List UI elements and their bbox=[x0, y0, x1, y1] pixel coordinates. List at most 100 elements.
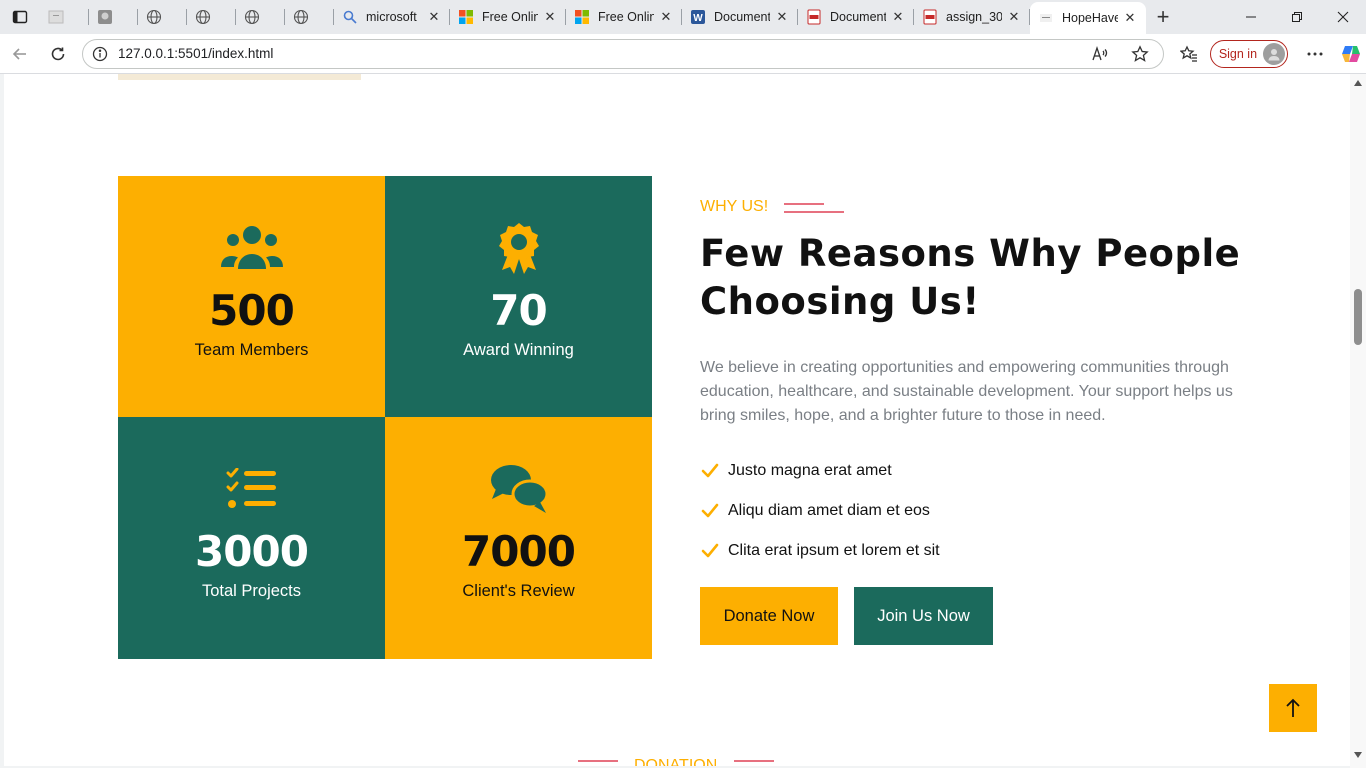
tab-8[interactable]: Free Onlin ✕ bbox=[566, 0, 682, 34]
fact-label: Total Projects bbox=[201, 582, 302, 600]
tab-actions-icon bbox=[12, 10, 28, 24]
checklist-item: Justo magna erat amet bbox=[700, 451, 1260, 491]
globe-icon bbox=[195, 9, 211, 25]
tab-1[interactable] bbox=[89, 0, 138, 34]
restore-button[interactable] bbox=[1274, 0, 1320, 34]
next-section-eyebrow: DONATION bbox=[578, 758, 774, 766]
microsoft-logo-icon bbox=[458, 9, 474, 25]
avatar bbox=[1263, 42, 1286, 65]
close-icon[interactable]: ✕ bbox=[542, 9, 558, 25]
tab-2[interactable] bbox=[138, 0, 187, 34]
page-scrollbar[interactable] bbox=[1350, 74, 1366, 768]
close-icon[interactable]: ✕ bbox=[1006, 9, 1022, 25]
fact-label: Team Members bbox=[194, 341, 309, 359]
close-icon[interactable]: ✕ bbox=[890, 9, 906, 25]
globe-icon bbox=[244, 9, 260, 25]
close-icon bbox=[1337, 11, 1349, 23]
next-section-label: DONATION bbox=[634, 757, 718, 767]
tab-title: assign_30_ bbox=[946, 10, 1002, 24]
sign-in-label: Sign in bbox=[1218, 46, 1258, 61]
donate-now-button[interactable]: Donate Now bbox=[700, 587, 838, 645]
minimize-button[interactable] bbox=[1228, 0, 1274, 34]
users-icon bbox=[220, 224, 283, 272]
refresh-button[interactable] bbox=[40, 36, 76, 72]
check-icon bbox=[700, 541, 720, 561]
tab-10[interactable]: Document ✕ bbox=[798, 0, 914, 34]
fact-label: Client's Review bbox=[462, 582, 575, 600]
search-icon bbox=[342, 9, 358, 25]
join-us-now-button[interactable]: Join Us Now bbox=[854, 587, 993, 645]
why-us-section: WHY US! Few Reasons Why People Choosing … bbox=[700, 196, 1260, 645]
tab-strip: microsoft ✕ Free Onlin ✕ Free Onlin ✕ W … bbox=[0, 0, 1366, 34]
fact-number: 7000 bbox=[462, 527, 576, 576]
back-button[interactable] bbox=[2, 36, 38, 72]
close-window-button[interactable] bbox=[1320, 0, 1366, 34]
svg-text:W: W bbox=[693, 13, 703, 24]
tab-title: Free Onlin bbox=[598, 10, 654, 24]
image-thumb-icon bbox=[97, 9, 113, 25]
favorites-icon[interactable] bbox=[1174, 39, 1204, 69]
close-icon[interactable]: ✕ bbox=[426, 9, 442, 25]
scroll-down-arrow-icon[interactable] bbox=[1354, 752, 1362, 758]
fact-number: 500 bbox=[209, 286, 295, 335]
section-title: Few Reasons Why People Choosing Us! bbox=[700, 230, 1260, 326]
new-tab-button[interactable]: + bbox=[1146, 0, 1180, 34]
tab-9[interactable]: W Document ✕ bbox=[682, 0, 798, 34]
favorite-star-icon[interactable] bbox=[1125, 39, 1155, 69]
globe-icon bbox=[146, 9, 162, 25]
fact-number: 70 bbox=[490, 286, 547, 335]
scrollbar-thumb[interactable] bbox=[1354, 289, 1362, 345]
title-line-1: Few Reasons Why People bbox=[700, 232, 1241, 275]
fact-team-members: 500 Team Members bbox=[118, 176, 385, 417]
address-bar[interactable]: 127.0.0.1:5501/index.html bbox=[82, 38, 1164, 69]
fact-total-projects: 3000 Total Projects bbox=[118, 417, 385, 659]
cta-row: Donate Now Join Us Now bbox=[700, 587, 1260, 645]
section-description: We believe in creating opportunities and… bbox=[700, 359, 1233, 424]
close-icon[interactable]: ✕ bbox=[658, 9, 674, 25]
copilot-icon[interactable] bbox=[1336, 39, 1366, 69]
checklist-text: Justo magna erat amet bbox=[728, 462, 892, 479]
tab-4[interactable] bbox=[236, 0, 285, 34]
back-arrow-icon bbox=[12, 47, 26, 60]
tab-3[interactable] bbox=[187, 0, 236, 34]
doc-page-icon bbox=[48, 9, 64, 25]
check-icon bbox=[700, 501, 720, 521]
refresh-icon bbox=[51, 47, 65, 60]
fact-award-winning: 70 Award Winning bbox=[385, 176, 652, 417]
pdf-icon bbox=[922, 9, 938, 25]
checklist-text: Clita erat ipsum et lorem et sit bbox=[728, 542, 940, 559]
tab-6[interactable]: microsoft ✕ bbox=[334, 0, 450, 34]
back-to-top-button[interactable] bbox=[1269, 684, 1317, 732]
pdf-icon bbox=[806, 9, 822, 25]
award-icon bbox=[496, 223, 542, 274]
globe-icon bbox=[293, 9, 309, 25]
tab-title: Free Onlin bbox=[482, 10, 538, 24]
list-check-icon bbox=[226, 465, 278, 513]
tab-title: Document bbox=[714, 10, 770, 24]
title-line-2: Choosing Us! bbox=[700, 280, 980, 323]
browser-toolbar: 127.0.0.1:5501/index.html Sign in bbox=[0, 34, 1366, 74]
tab-title: microsoft bbox=[366, 10, 417, 24]
read-aloud-icon[interactable] bbox=[1085, 39, 1115, 69]
minimize-icon bbox=[1246, 16, 1256, 18]
eyebrow-text: WHY US! bbox=[700, 198, 769, 215]
tab-active[interactable]: HopeHave ✕ bbox=[1030, 2, 1146, 34]
plus-icon: + bbox=[1156, 4, 1170, 29]
scroll-up-arrow-icon[interactable] bbox=[1354, 80, 1362, 86]
page-viewport: 500 Team Members 70 Award Winning 3000 T… bbox=[4, 74, 1350, 766]
fact-number: 3000 bbox=[195, 527, 309, 576]
tab-5[interactable] bbox=[285, 0, 334, 34]
close-icon[interactable]: ✕ bbox=[774, 9, 790, 25]
tab-7[interactable]: Free Onlin ✕ bbox=[450, 0, 566, 34]
tab-0[interactable] bbox=[40, 0, 89, 34]
site-favicon-icon bbox=[1038, 10, 1054, 26]
more-menu-icon[interactable] bbox=[1300, 39, 1330, 69]
tab-actions-button[interactable] bbox=[0, 0, 40, 34]
restore-icon bbox=[1292, 12, 1302, 22]
url-text[interactable]: 127.0.0.1:5501/index.html bbox=[118, 46, 1085, 61]
sign-in-button[interactable]: Sign in bbox=[1209, 39, 1289, 68]
eyebrow-decoration bbox=[734, 760, 774, 762]
tab-11[interactable]: assign_30_ ✕ bbox=[914, 0, 1030, 34]
site-info-icon[interactable] bbox=[91, 45, 109, 63]
close-icon[interactable]: ✕ bbox=[1122, 10, 1138, 26]
